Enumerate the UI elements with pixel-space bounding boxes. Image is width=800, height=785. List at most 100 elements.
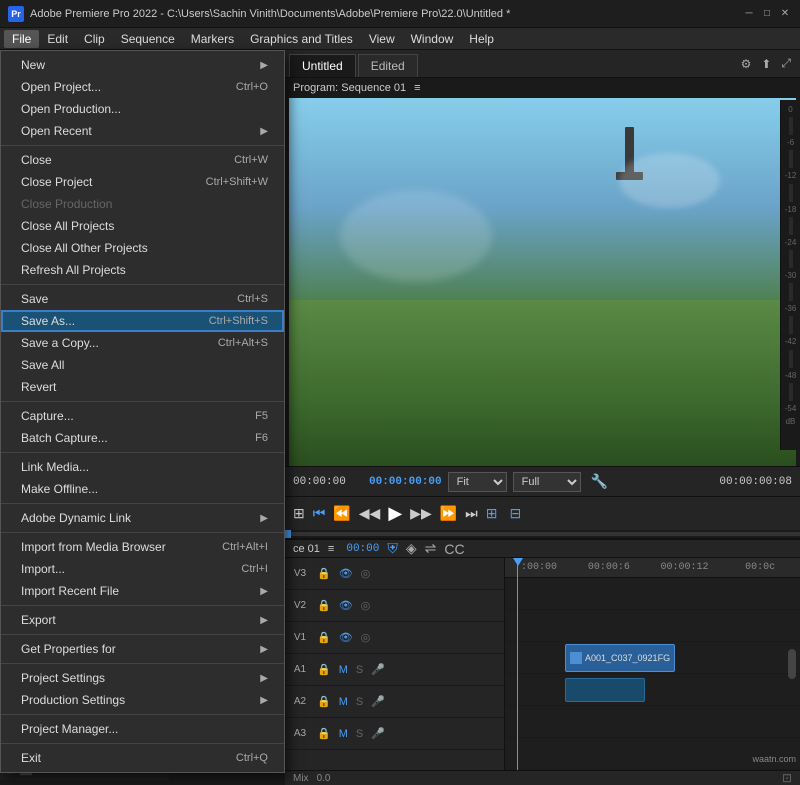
menu-item-import[interactable]: Import... Ctrl+I (1, 558, 284, 580)
v2-solo-icon[interactable]: ◎ (359, 598, 373, 613)
minimize-button[interactable]: ─ (742, 7, 756, 21)
quality-dropdown[interactable]: Full Half Quarter (513, 472, 581, 492)
a3-lock-icon[interactable]: 🔒 (315, 726, 333, 741)
menu-window[interactable]: Window (403, 30, 462, 48)
menu-file[interactable]: File (4, 30, 39, 48)
sequence-name: ce 01 (293, 543, 320, 555)
fit-dropdown[interactable]: Fit 25% 50% 100% (448, 472, 507, 492)
a1-solo-icon[interactable]: S (354, 663, 365, 677)
v2-eye-icon[interactable]: 👁 (337, 598, 355, 613)
menu-item-save-copy[interactable]: Save a Copy... Ctrl+Alt+S (1, 332, 284, 354)
step-forward-button[interactable]: ⏩ (440, 505, 457, 522)
settings-icon[interactable]: ⚙ (738, 55, 755, 73)
vertical-scrollbar-handle[interactable] (788, 649, 796, 679)
menu-item-save-as[interactable]: Save As... Ctrl+Shift+S (1, 310, 284, 332)
menu-item-save-all[interactable]: Save All (1, 354, 284, 376)
menu-item-close-project[interactable]: Close Project Ctrl+Shift+W (1, 171, 284, 193)
menu-sequence[interactable]: Sequence (113, 30, 183, 48)
maximize-button[interactable]: □ (760, 7, 774, 21)
wrench-icon[interactable]: 🔧 (587, 471, 612, 492)
menu-item-link-media[interactable]: Link Media... (1, 456, 284, 478)
separator-2 (1, 284, 284, 285)
fast-rewind-button[interactable]: ⏮ (313, 505, 326, 522)
title-text: Adobe Premiere Pro 2022 - C:\Users\Sachi… (30, 8, 742, 20)
timeline-audio-clip-a1[interactable] (565, 678, 645, 702)
timeline-tool-icon[interactable]: ⛨ (387, 540, 398, 557)
menu-item-revert[interactable]: Revert (1, 376, 284, 398)
a2-mic-icon[interactable]: 🎤 (369, 694, 387, 709)
mix-value: 0.0 (317, 773, 331, 784)
menu-graphics-titles[interactable]: Graphics and Titles (242, 30, 361, 48)
menu-item-production-settings[interactable]: Production Settings ▶ (1, 689, 284, 711)
a1-lock-icon[interactable]: 🔒 (315, 662, 333, 677)
v1-lock-icon[interactable]: 🔒 (315, 630, 333, 645)
menu-item-open-production[interactable]: Open Production... (1, 98, 284, 120)
menu-item-open-recent[interactable]: Open Recent ▶ (1, 120, 284, 142)
v3-solo-icon[interactable]: ◎ (359, 566, 373, 581)
menu-item-import-recent[interactable]: Import Recent File ▶ (1, 580, 284, 602)
timeline-settings-icon[interactable]: ≡ (328, 543, 334, 555)
menu-item-make-offline[interactable]: Make Offline... (1, 478, 284, 500)
menu-item-close-all-other[interactable]: Close All Other Projects (1, 237, 284, 259)
menu-item-get-properties[interactable]: Get Properties for ▶ (1, 638, 284, 660)
a2-lock-icon[interactable]: 🔒 (315, 694, 333, 709)
a2-solo-icon[interactable]: S (354, 695, 365, 709)
hamburger-icon[interactable]: ≡ (414, 82, 420, 94)
v3-track-content (505, 578, 800, 610)
menu-item-refresh-all[interactable]: Refresh All Projects (1, 259, 284, 281)
v2-lock-icon[interactable]: 🔒 (315, 598, 333, 613)
menu-item-save[interactable]: Save Ctrl+S (1, 288, 284, 310)
close-button[interactable]: ✕ (778, 7, 792, 21)
menu-item-export[interactable]: Export ▶ (1, 609, 284, 631)
scrub-bar[interactable] (285, 530, 800, 538)
separator-1 (1, 145, 284, 146)
v1-solo-icon[interactable]: ◎ (359, 630, 373, 645)
step-back-button[interactable]: ⏪ (333, 505, 350, 522)
menu-item-close[interactable]: Close Ctrl+W (1, 149, 284, 171)
mix-end-marker-icon[interactable]: ⊡ (782, 771, 792, 785)
play-button[interactable]: ▶ (388, 503, 402, 524)
v1-eye-icon[interactable]: 👁 (337, 630, 355, 645)
menu-markers[interactable]: Markers (183, 30, 242, 48)
fast-forward-button[interactable]: ▶▶ (410, 505, 432, 522)
v3-eye-icon[interactable]: 👁 (337, 566, 355, 581)
insert-button[interactable]: ⊞ (486, 505, 498, 522)
rewind-button[interactable]: ◀◀ (359, 505, 381, 522)
menu-item-new[interactable]: New ▶ (1, 54, 284, 76)
menu-help[interactable]: Help (461, 30, 502, 48)
razor-tool[interactable]: ◈ (406, 540, 417, 557)
a1-mic-icon[interactable]: 🎤 (369, 662, 387, 677)
scrub-playhead[interactable] (285, 530, 291, 538)
overwrite-button[interactable]: ⊟ (510, 505, 522, 522)
tab-untitled[interactable]: Untitled (289, 54, 356, 77)
menu-item-exit[interactable]: Exit Ctrl+Q (1, 747, 284, 769)
menu-item-batch-capture[interactable]: Batch Capture... F6 (1, 427, 284, 449)
tab-edited[interactable]: Edited (358, 54, 418, 77)
export-icon[interactable]: ⬆ (758, 55, 774, 73)
menu-item-project-manager[interactable]: Project Manager... (1, 718, 284, 740)
menu-edit[interactable]: Edit (39, 30, 76, 48)
vu-label-18: -18 (785, 204, 797, 215)
fast-forward-end-button[interactable]: ⏭ (465, 505, 478, 522)
cc-button[interactable]: CC (444, 541, 464, 557)
a3-solo-icon[interactable]: S (354, 727, 365, 741)
a3-mute-icon[interactable]: M (337, 727, 350, 741)
a1-mute-icon[interactable]: M (337, 663, 350, 677)
slip-tool[interactable]: ⇌ (425, 540, 437, 557)
menu-item-close-all-projects[interactable]: Close All Projects (1, 215, 284, 237)
menu-item-project-settings[interactable]: Project Settings ▶ (1, 667, 284, 689)
menu-item-open-project[interactable]: Open Project... Ctrl+O (1, 76, 284, 98)
add-marker-button[interactable]: ⊞ (293, 505, 305, 522)
menu-view[interactable]: View (361, 30, 403, 48)
vu-bar-8 (789, 383, 793, 401)
a2-mute-icon[interactable]: M (337, 695, 350, 709)
maximize-panel-icon[interactable]: ⤢ (778, 54, 794, 73)
a3-mic-icon[interactable]: 🎤 (369, 726, 387, 741)
timeline-clip-v1[interactable]: A001_C037_0921FG (565, 644, 675, 672)
menu-bar: File Edit Clip Sequence Markers Graphics… (0, 28, 800, 50)
menu-item-dynamic-link[interactable]: Adobe Dynamic Link ▶ (1, 507, 284, 529)
v3-lock-icon[interactable]: 🔒 (315, 566, 333, 581)
menu-item-import-browser[interactable]: Import from Media Browser Ctrl+Alt+I (1, 536, 284, 558)
menu-clip[interactable]: Clip (76, 30, 113, 48)
menu-item-capture[interactable]: Capture... F5 (1, 405, 284, 427)
